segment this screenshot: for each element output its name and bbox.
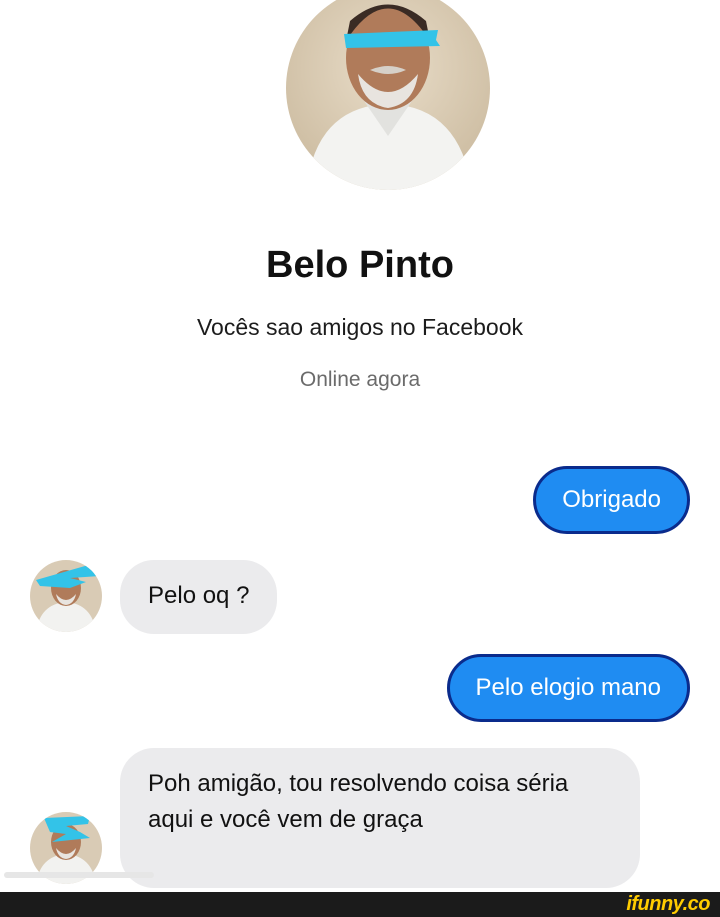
message-bubble-sent[interactable]: Obrigado [533,466,690,534]
message-bubble-sent[interactable]: Pelo elogio mano [446,654,690,722]
ifunny-logo: ifunny.co [626,893,710,915]
contact-avatar[interactable] [30,560,102,632]
watermark-bar: ifunny.co [0,892,720,917]
profile-photo[interactable] [286,0,490,190]
friendship-status: Vocês sao amigos no Facebook [196,314,524,340]
message-bubble-received[interactable]: Poh amigão, tou resolvendo coisa séria a… [120,748,640,888]
faint-watermark [4,868,164,887]
online-status: Online agora [299,368,421,391]
message-bubble-received[interactable]: Pelo oq ? [120,560,278,634]
contact-name: Belo Pinto [266,244,454,286]
